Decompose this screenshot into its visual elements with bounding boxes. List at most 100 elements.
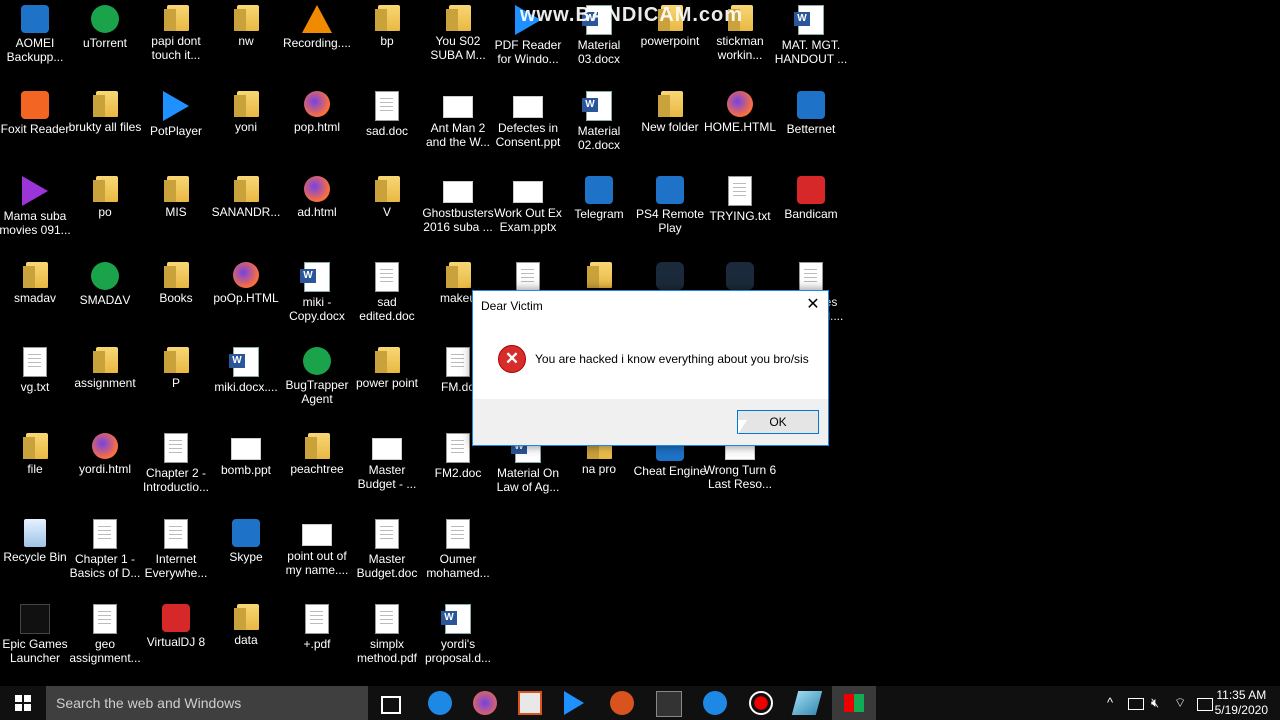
desktop-shortcut-label: Oumer mohamed...: [426, 552, 490, 580]
desktop-shortcut[interactable]: Material 02.docx: [564, 86, 634, 152]
potplayer-taskbar-icon[interactable]: [564, 691, 584, 715]
desktop-shortcut[interactable]: peachtree: [282, 428, 352, 476]
active-app-taskbar-button[interactable]: [832, 686, 876, 720]
desktop-shortcut[interactable]: yordi.html: [70, 428, 140, 476]
desktop-shortcut[interactable]: Master Budget - ...: [352, 428, 422, 491]
desktop-shortcut[interactable]: MIS: [141, 171, 211, 219]
desktop-shortcut[interactable]: AOMEI Backupp...: [0, 0, 70, 64]
desktop-shortcut[interactable]: vg.txt: [0, 342, 70, 394]
desktop-shortcut[interactable]: Recording....: [282, 0, 352, 50]
desktop-shortcut[interactable]: yordi's proposal.d...: [423, 599, 493, 665]
desktop-shortcut[interactable]: V: [352, 171, 422, 219]
pdf-icon: [375, 604, 399, 634]
desktop-shortcut[interactable]: Telegram: [564, 171, 634, 221]
desktop-shortcut[interactable]: MAT. MGT. HANDOUT ...: [775, 0, 847, 66]
taskbar-clock[interactable]: 11:35 AM 5/19/2020: [1215, 688, 1268, 718]
desktop-shortcut-label: +.pdf: [303, 637, 331, 651]
desktop-shortcut[interactable]: assignment: [70, 342, 140, 390]
task-view-icon[interactable]: [381, 696, 401, 714]
document-icon: [446, 347, 470, 377]
folder-icon: [22, 433, 48, 459]
volume-muted-icon[interactable]: 🔇︎: [1151, 695, 1159, 711]
desktop-shortcut[interactable]: Bandicam: [776, 171, 846, 221]
pdf-reader-taskbar-icon[interactable]: [610, 691, 634, 715]
notes-app-taskbar-icon[interactable]: [791, 691, 823, 715]
desktop-shortcut[interactable]: po: [70, 171, 140, 219]
desktop-shortcut[interactable]: +.pdf: [282, 599, 352, 651]
desktop-shortcut[interactable]: geo assignment...: [69, 599, 141, 665]
wifi-icon[interactable]: ⌔: [1174, 695, 1186, 711]
desktop-shortcut[interactable]: SANANDR...: [211, 171, 281, 219]
desktop-shortcut[interactable]: Master Budget.doc: [352, 514, 422, 580]
desktop-shortcut[interactable]: papi dont touch it...: [141, 0, 211, 62]
desktop-shortcut[interactable]: sad edited.doc: [352, 257, 422, 323]
desktop-shortcut[interactable]: Chapter 2 - Introductio...: [141, 428, 211, 494]
desktop-shortcut[interactable]: New folder: [635, 86, 705, 134]
desktop-shortcut[interactable]: yoni: [211, 86, 281, 134]
desktop-shortcut[interactable]: You S02 SUBA M...: [423, 0, 493, 62]
desktop-shortcut[interactable]: Mama suba movies 091...: [0, 171, 71, 237]
desktop-shortcut[interactable]: brukty all files: [69, 86, 141, 134]
foxit-reader-taskbar-icon[interactable]: [518, 691, 542, 715]
desktop-shortcut[interactable]: sad.doc: [352, 86, 422, 138]
desktop-shortcut[interactable]: miki - Copy.docx: [282, 257, 352, 323]
desktop-shortcut[interactable]: Ant Man 2 and the W...: [423, 86, 493, 149]
desktop-shortcut[interactable]: miki.docx....: [211, 342, 281, 394]
bandicam-record-icon[interactable]: [749, 691, 773, 715]
desktop-shortcut[interactable]: TRYING.txt: [705, 171, 775, 223]
desktop-shortcut-label: Bandicam: [784, 207, 838, 221]
multidrive-icon: [656, 262, 684, 290]
epic-games-taskbar-icon[interactable]: [656, 691, 682, 717]
edge-icon[interactable]: [428, 691, 452, 715]
folder-icon: [304, 433, 330, 459]
video-folder-icon: [445, 5, 471, 31]
start-button[interactable]: [0, 686, 46, 720]
action-center-icon[interactable]: [1197, 698, 1213, 711]
folder-icon: [233, 176, 259, 202]
show-hidden-icons-chevron-icon[interactable]: ^: [1107, 695, 1113, 710]
desktop-shortcut[interactable]: bp: [352, 0, 422, 48]
desktop-shortcut[interactable]: Epic Games Launcher: [0, 599, 70, 665]
desktop-shortcut[interactable]: poOp.HTML: [211, 257, 281, 305]
desktop-shortcut[interactable]: VirtualDJ 8: [141, 599, 211, 649]
wifi-app-taskbar-icon[interactable]: [703, 691, 727, 715]
desktop-shortcut[interactable]: Work Out Ex Exam.pptx: [493, 171, 563, 234]
desktop-shortcut[interactable]: BugTrapper Agent: [282, 342, 352, 406]
folder-icon: [233, 604, 259, 630]
desktop-shortcut[interactable]: point out of my name....: [282, 514, 352, 577]
desktop-shortcut[interactable]: Recycle Bin: [0, 514, 70, 564]
desktop-shortcut[interactable]: simplx method.pdf: [352, 599, 422, 665]
desktop-shortcut[interactable]: smadav: [0, 257, 70, 305]
desktop-shortcut[interactable]: data: [211, 599, 281, 647]
desktop-shortcut[interactable]: Internet Everywhe...: [141, 514, 211, 580]
desktop-shortcut-label: sad edited.doc: [359, 295, 415, 323]
dialog-close-button[interactable]: ✕: [798, 291, 828, 319]
desktop-shortcut[interactable]: uTorrent: [70, 0, 140, 50]
desktop-shortcut[interactable]: power point: [352, 342, 422, 390]
desktop-shortcut[interactable]: PotPlayer: [141, 86, 211, 138]
desktop-shortcut[interactable]: Skype: [211, 514, 281, 564]
ppt-icon: [231, 438, 261, 460]
desktop-shortcut[interactable]: Oumer mohamed...: [423, 514, 493, 580]
desktop-shortcut[interactable]: Ghostbusters 2016 suba ...: [422, 171, 494, 234]
desktop-shortcut[interactable]: nw: [211, 0, 281, 48]
desktop-shortcut[interactable]: P: [141, 342, 211, 390]
desktop-shortcut-label: po: [98, 205, 112, 219]
network-device-icon[interactable]: [1128, 698, 1144, 710]
desktop-shortcut[interactable]: bomb.ppt: [211, 428, 281, 477]
ok-button[interactable]: OK: [737, 410, 819, 434]
desktop-shortcut[interactable]: Foxit Reader: [0, 86, 70, 136]
desktop-shortcut[interactable]: Betternet: [776, 86, 846, 136]
desktop-shortcut[interactable]: SMADΔV: [70, 257, 140, 307]
desktop-shortcut[interactable]: HOME.HTML: [704, 86, 776, 134]
desktop-shortcut[interactable]: pop.html: [282, 86, 352, 134]
desktop-shortcut[interactable]: file: [0, 428, 70, 476]
firefox-icon[interactable]: [473, 691, 497, 715]
desktop-shortcut-label: SMADΔV: [79, 293, 131, 307]
desktop-shortcut[interactable]: ad.html: [282, 171, 352, 219]
desktop-shortcut[interactable]: Defectes in Consent.ppt: [493, 86, 563, 149]
desktop-shortcut[interactable]: Chapter 1 - Basics of D...: [70, 514, 140, 580]
taskbar-search-box[interactable]: Search the web and Windows: [46, 686, 368, 720]
desktop-shortcut[interactable]: PS4 Remote Play: [635, 171, 705, 235]
desktop-shortcut[interactable]: Books: [141, 257, 211, 305]
